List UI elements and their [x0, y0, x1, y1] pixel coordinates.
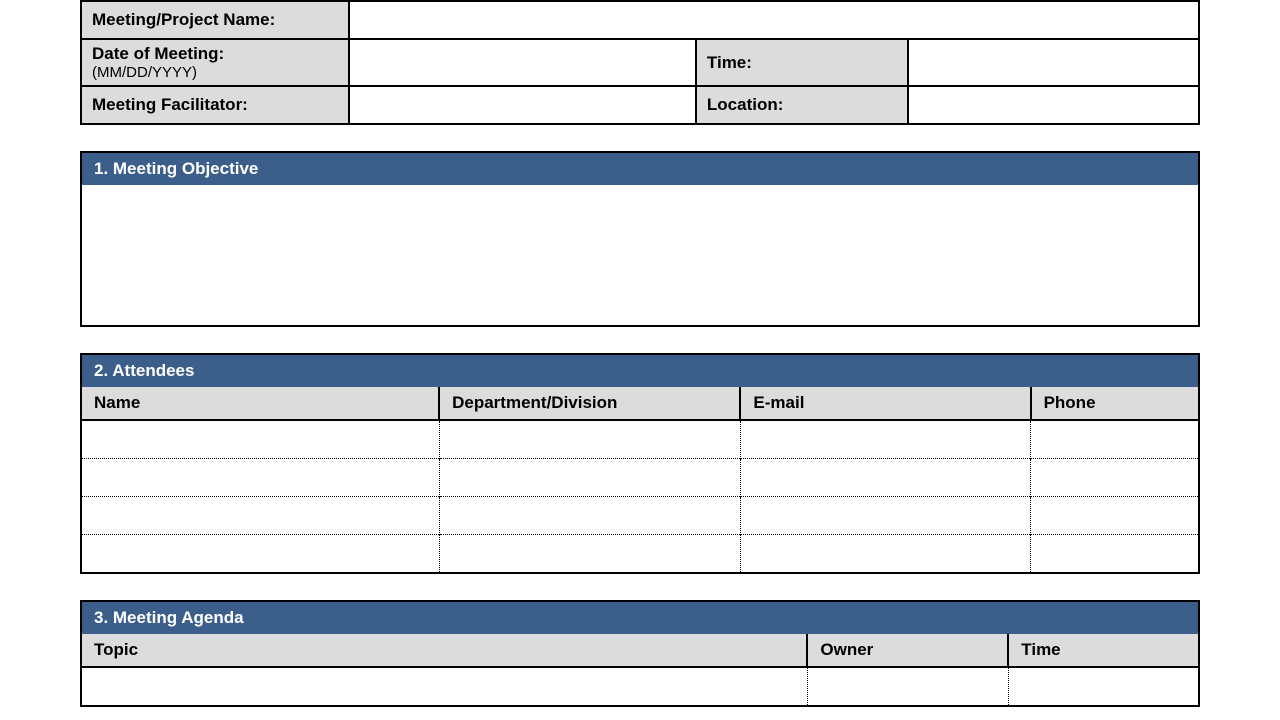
- attendee-dept[interactable]: [439, 458, 740, 496]
- attendees-col-department: Department/Division: [439, 387, 740, 420]
- meeting-header-row-facilitator: Meeting Facilitator: Location:: [81, 86, 1199, 124]
- meeting-header-row-date: Date of Meeting: (MM/DD/YYYY) Time:: [81, 39, 1199, 86]
- location-field[interactable]: [908, 86, 1199, 124]
- agenda-col-topic: Topic: [82, 634, 807, 667]
- attendees-col-phone: Phone: [1031, 387, 1198, 420]
- attendees-col-name: Name: [82, 387, 439, 420]
- date-hint: (MM/DD/YYYY): [92, 64, 338, 81]
- attendee-name[interactable]: [82, 496, 439, 534]
- attendee-email[interactable]: [740, 420, 1030, 458]
- table-row: [82, 458, 1198, 496]
- attendee-phone[interactable]: [1031, 420, 1198, 458]
- section-objective: 1. Meeting Objective: [80, 151, 1200, 327]
- location-label: Location:: [696, 86, 908, 124]
- objective-body[interactable]: [82, 185, 1198, 325]
- attendee-name[interactable]: [82, 534, 439, 572]
- meeting-header-table: Meeting/Project Name: Date of Meeting: (…: [80, 0, 1200, 125]
- section-agenda: 3. Meeting Agenda Topic Owner Time: [80, 600, 1200, 707]
- attendees-table: Name Department/Division E-mail Phone: [82, 387, 1198, 572]
- attendee-dept[interactable]: [439, 534, 740, 572]
- table-row: [82, 420, 1198, 458]
- agenda-topic[interactable]: [82, 667, 807, 705]
- section-attendees: 2. Attendees Name Department/Division E-…: [80, 353, 1200, 574]
- agenda-table: Topic Owner Time: [82, 634, 1198, 705]
- attendee-phone[interactable]: [1031, 458, 1198, 496]
- table-row: [82, 496, 1198, 534]
- table-row: [82, 534, 1198, 572]
- date-field[interactable]: [349, 39, 696, 86]
- project-name-field[interactable]: [349, 1, 1199, 39]
- section-objective-title: 1. Meeting Objective: [82, 153, 1198, 185]
- agenda-col-owner: Owner: [807, 634, 1008, 667]
- attendee-email[interactable]: [740, 496, 1030, 534]
- attendee-name[interactable]: [82, 420, 439, 458]
- attendee-dept[interactable]: [439, 420, 740, 458]
- attendee-email[interactable]: [740, 458, 1030, 496]
- facilitator-field[interactable]: [349, 86, 696, 124]
- attendee-dept[interactable]: [439, 496, 740, 534]
- attendee-name[interactable]: [82, 458, 439, 496]
- date-label: Date of Meeting: (MM/DD/YYYY): [81, 39, 349, 86]
- time-field[interactable]: [908, 39, 1199, 86]
- project-name-label: Meeting/Project Name:: [81, 1, 349, 39]
- attendee-phone[interactable]: [1031, 534, 1198, 572]
- time-label: Time:: [696, 39, 908, 86]
- attendee-email[interactable]: [740, 534, 1030, 572]
- agenda-owner[interactable]: [807, 667, 1008, 705]
- agenda-time[interactable]: [1008, 667, 1198, 705]
- attendees-col-email: E-mail: [740, 387, 1030, 420]
- facilitator-label: Meeting Facilitator:: [81, 86, 349, 124]
- agenda-col-time: Time: [1008, 634, 1198, 667]
- section-agenda-title: 3. Meeting Agenda: [82, 602, 1198, 634]
- table-row: [82, 667, 1198, 705]
- meeting-header-row-project: Meeting/Project Name:: [81, 1, 1199, 39]
- section-attendees-title: 2. Attendees: [82, 355, 1198, 387]
- attendee-phone[interactable]: [1031, 496, 1198, 534]
